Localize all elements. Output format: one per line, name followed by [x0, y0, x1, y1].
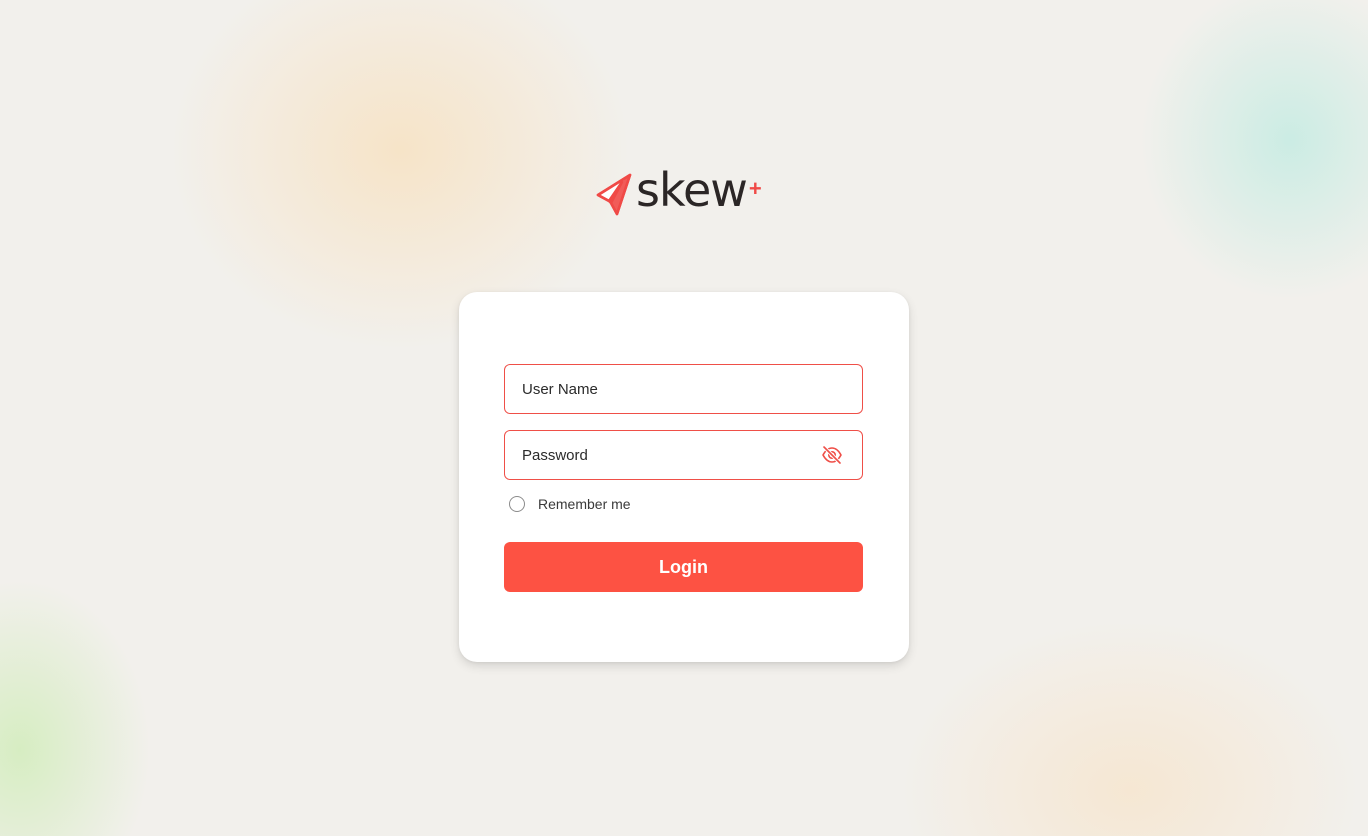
login-button[interactable]: Login: [504, 542, 863, 592]
password-input[interactable]: [505, 432, 822, 478]
paper-plane-icon: [596, 173, 632, 216]
logo-wordmark: skew: [636, 163, 748, 217]
remember-me-option[interactable]: Remember me: [509, 496, 631, 512]
username-input[interactable]: [505, 366, 822, 412]
login-card: Remember me Login: [459, 292, 909, 662]
username-field[interactable]: [504, 364, 863, 414]
eye-off-icon[interactable]: [821, 445, 843, 465]
password-field[interactable]: [504, 430, 863, 480]
remember-me-radio[interactable]: [509, 496, 525, 512]
remember-me-label: Remember me: [538, 496, 631, 512]
logo-plus: +: [748, 176, 762, 201]
brand-logo: skew +: [596, 163, 776, 220]
